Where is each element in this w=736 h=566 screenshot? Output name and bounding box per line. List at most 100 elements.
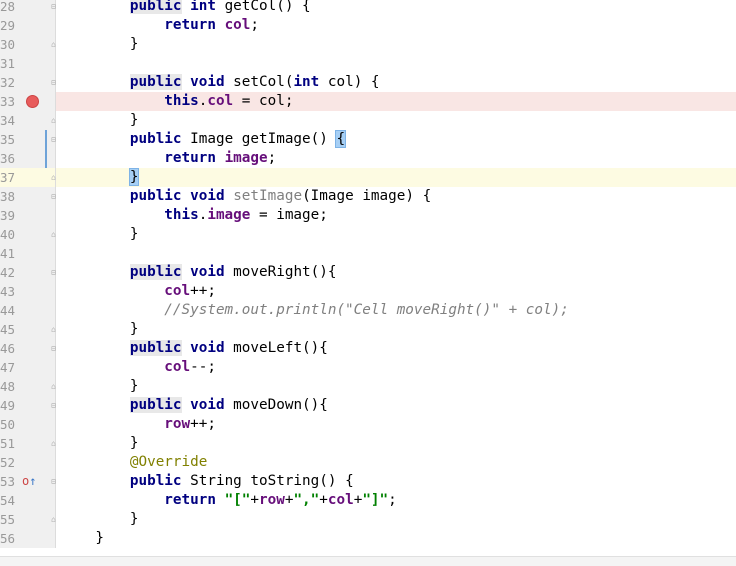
code-text[interactable]: return col;	[61, 16, 259, 35]
code-text[interactable]: public void moveLeft(){	[61, 339, 328, 358]
gutter[interactable]: 46 ⊟	[0, 339, 56, 358]
gutter[interactable]: 32 ⊟	[0, 73, 56, 92]
code-text[interactable]: return "["+row+","+col+"]";	[61, 491, 396, 510]
code-text[interactable]: this.col = col;	[61, 92, 293, 111]
code-line[interactable]: 34 ⌂ }	[0, 111, 736, 130]
code-line[interactable]: 43 col++;	[0, 282, 736, 301]
code-line[interactable]: 49 ⊟ public void moveDown(){	[0, 396, 736, 415]
code-line[interactable]: 40 ⌂ }	[0, 225, 736, 244]
code-line[interactable]: 39 this.image = image;	[0, 206, 736, 225]
gutter[interactable]: 37 ⌂	[0, 168, 56, 187]
gutter[interactable]: 28 ⊟	[0, 0, 56, 16]
gutter[interactable]: 51 ⌂	[0, 434, 56, 453]
code-text[interactable]: this.image = image;	[61, 206, 328, 225]
gutter[interactable]: 47	[0, 358, 56, 377]
gutter[interactable]: 34 ⌂	[0, 111, 56, 130]
code-line[interactable]: 46 ⊟ public void moveLeft(){	[0, 339, 736, 358]
fold-end-icon[interactable]: ⌂	[49, 116, 58, 125]
gutter[interactable]: 45 ⌂	[0, 320, 56, 339]
code-line[interactable]: 35 ⊟ public Image getImage() {	[0, 130, 736, 149]
code-text[interactable]: col--;	[61, 358, 216, 377]
breakpoint-icon[interactable]	[26, 95, 39, 108]
code-editor[interactable]: 28 ⊟ public int getCol() {29 return col; 3…	[0, 0, 736, 548]
gutter[interactable]: 43	[0, 282, 56, 301]
code-text[interactable]: public void moveDown(){	[61, 396, 328, 415]
code-line[interactable]: 51 ⌂ }	[0, 434, 736, 453]
code-text[interactable]: public String toString() {	[61, 472, 354, 491]
code-text[interactable]: col++;	[61, 282, 216, 301]
code-line[interactable]: 32 ⊟ public void setCol(int col) {	[0, 73, 736, 92]
fold-end-icon[interactable]: ⌂	[49, 515, 58, 524]
fold-end-icon[interactable]: ⌂	[49, 230, 58, 239]
code-text[interactable]: }	[61, 35, 139, 54]
gutter[interactable]: 39	[0, 206, 56, 225]
code-text[interactable]: }	[61, 225, 139, 244]
code-line[interactable]: 54 return "["+row+","+col+"]";	[0, 491, 736, 510]
code-line[interactable]: 53 o↑ ⊟ public String toString() {	[0, 472, 736, 491]
gutter[interactable]: 40 ⌂	[0, 225, 56, 244]
gutter[interactable]: 42 ⊟	[0, 263, 56, 282]
code-text[interactable]: public int getCol() {	[61, 0, 311, 16]
code-line[interactable]: 48 ⌂ }	[0, 377, 736, 396]
fold-collapse-icon[interactable]: ⊟	[49, 78, 58, 87]
code-text[interactable]: public void moveRight(){	[61, 263, 336, 282]
gutter[interactable]: 53 o↑ ⊟	[0, 472, 56, 491]
gutter[interactable]: 30 ⌂	[0, 35, 56, 54]
gutter[interactable]: 49 ⊟	[0, 396, 56, 415]
code-text[interactable]: public void setCol(int col) {	[61, 73, 380, 92]
code-text[interactable]: }	[61, 434, 139, 453]
code-line[interactable]: 45 ⌂ }	[0, 320, 736, 339]
code-text[interactable]: @Override	[61, 453, 207, 472]
code-line[interactable]: 41	[0, 244, 736, 263]
code-line[interactable]: 31	[0, 54, 736, 73]
code-line[interactable]: 37 ⌂ }	[0, 168, 736, 187]
fold-collapse-icon[interactable]: ⊟	[49, 2, 58, 11]
code-line[interactable]: 52 @Override	[0, 453, 736, 472]
gutter[interactable]: 55 ⌂	[0, 510, 56, 529]
gutter[interactable]: 50	[0, 415, 56, 434]
code-line[interactable]: 50 row++;	[0, 415, 736, 434]
gutter[interactable]: 38 ⊟	[0, 187, 56, 206]
code-line[interactable]: 47 col--;	[0, 358, 736, 377]
code-text[interactable]: return image;	[61, 149, 276, 168]
gutter[interactable]: 52	[0, 453, 56, 472]
gutter[interactable]: 44	[0, 301, 56, 320]
gutter[interactable]: 41	[0, 244, 56, 263]
fold-end-icon[interactable]: ⌂	[49, 382, 58, 391]
code-line[interactable]: 42 ⊟ public void moveRight(){	[0, 263, 736, 282]
code-line[interactable]: 29 return col;	[0, 16, 736, 35]
code-line[interactable]: 36 return image;	[0, 149, 736, 168]
code-text[interactable]: }	[61, 510, 139, 529]
override-method-icon[interactable]: o↑	[22, 473, 36, 489]
gutter[interactable]: 31	[0, 54, 56, 73]
code-text[interactable]: }	[61, 529, 104, 548]
code-line[interactable]: 28 ⊟ public int getCol() {	[0, 0, 736, 16]
code-text[interactable]: public Image getImage() {	[61, 130, 347, 149]
fold-end-icon[interactable]: ⌂	[49, 173, 58, 182]
fold-collapse-icon[interactable]: ⊟	[49, 192, 58, 201]
code-text[interactable]: }	[61, 320, 139, 339]
code-line[interactable]: 33 this.col = col;	[0, 92, 736, 111]
code-line[interactable]: 44 //System.out.println("Cell moveRight(…	[0, 301, 736, 320]
code-text[interactable]: public void setImage(Image image) {	[61, 187, 431, 206]
fold-collapse-icon[interactable]: ⊟	[49, 401, 58, 410]
gutter[interactable]: 35 ⊟	[0, 130, 56, 149]
gutter[interactable]: 48 ⌂	[0, 377, 56, 396]
code-text[interactable]: row++;	[61, 415, 216, 434]
fold-collapse-icon[interactable]: ⊟	[49, 344, 58, 353]
code-line[interactable]: 56 }	[0, 529, 736, 548]
code-text[interactable]: }	[61, 377, 139, 396]
fold-collapse-icon[interactable]: ⊟	[49, 477, 58, 486]
gutter[interactable]: 54	[0, 491, 56, 510]
fold-collapse-icon[interactable]: ⊟	[49, 268, 58, 277]
gutter[interactable]: 36	[0, 149, 56, 168]
code-line[interactable]: 30 ⌂ }	[0, 35, 736, 54]
gutter[interactable]: 29	[0, 16, 56, 35]
code-line[interactable]: 38 ⊟ public void setImage(Image image) {	[0, 187, 736, 206]
gutter[interactable]: 33	[0, 92, 56, 111]
fold-end-icon[interactable]: ⌂	[49, 439, 58, 448]
code-line[interactable]: 55 ⌂ }	[0, 510, 736, 529]
code-text[interactable]: //System.out.println("Cell moveRight()" …	[61, 301, 569, 320]
fold-end-icon[interactable]: ⌂	[49, 40, 58, 49]
gutter[interactable]: 56	[0, 529, 56, 548]
